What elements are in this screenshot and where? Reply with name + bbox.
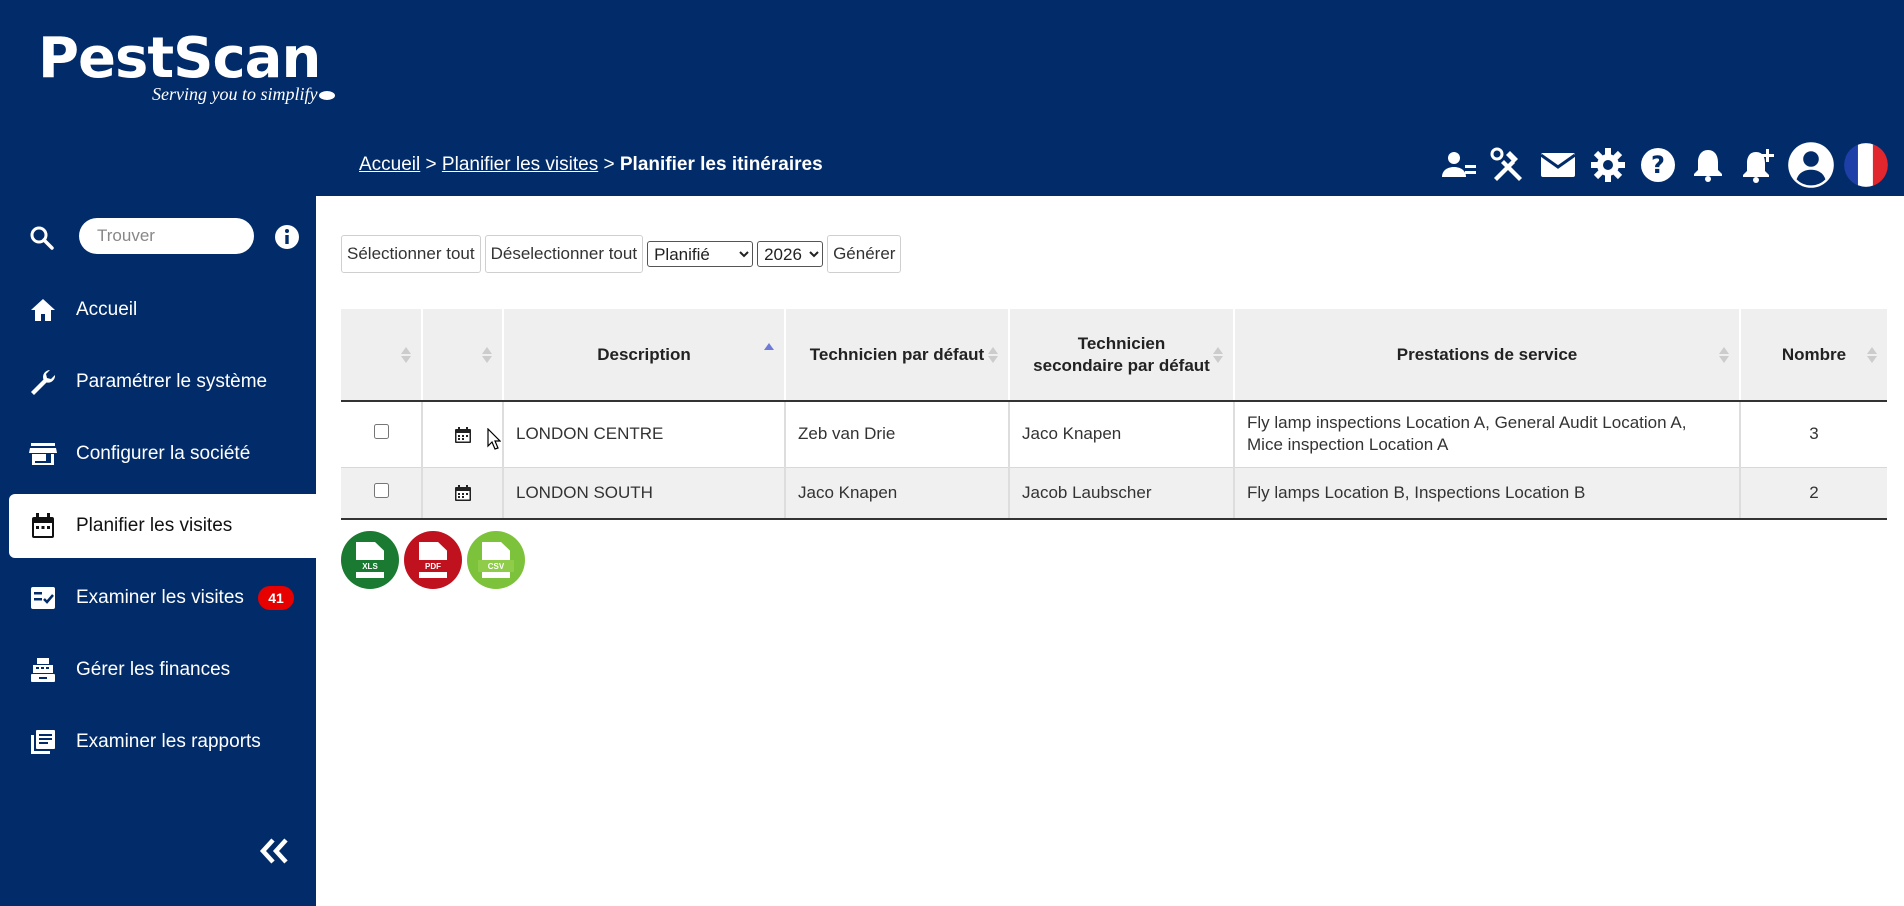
row-description: LONDON SOUTH — [503, 467, 786, 520]
row-services: Fly lamps Location B, Inspections Locati… — [1234, 467, 1741, 520]
row-checkbox[interactable] — [373, 424, 389, 440]
generate-button[interactable]: Générer — [827, 235, 902, 273]
header-technician[interactable]: Technicien par défaut — [785, 309, 1010, 402]
sort-icon — [482, 347, 492, 363]
sidebar-item-planifier[interactable]: Planifier les visites — [9, 494, 316, 558]
calendar-icon[interactable] — [453, 483, 473, 503]
sidebar-item-label: Examiner les rapports — [76, 731, 261, 752]
breadcrumb: Accueil > Planifier les visites > Planif… — [359, 154, 823, 176]
sidebar-item-examiner-visites[interactable]: Examiner les visites 41 — [0, 566, 316, 630]
breadcrumb-separator: > — [425, 154, 437, 175]
sidebar-item-label: Examiner les visites — [76, 587, 244, 608]
breadcrumb-home-link[interactable]: Accueil — [359, 154, 420, 175]
export-buttons: XLS PDF CSV — [341, 531, 530, 589]
bell-icon[interactable] — [1686, 143, 1730, 187]
search-input[interactable] — [79, 218, 254, 254]
header-calendar[interactable] — [422, 309, 504, 402]
header-count[interactable]: Nombre — [1740, 309, 1887, 402]
sidebar-item-label: Accueil — [76, 299, 138, 320]
header-select[interactable] — [341, 309, 423, 402]
row-count: 2 — [1740, 467, 1887, 520]
routes-table: Description Technicien par défaut Techni… — [341, 309, 1887, 520]
sidebar-item-parametrer[interactable]: Paramétrer le système — [0, 350, 316, 414]
pending-visits-badge: 41 — [258, 586, 294, 610]
row-checkbox[interactable] — [373, 482, 389, 498]
sidebar-item-label: Configurer la société — [76, 443, 251, 464]
sort-asc-icon — [764, 343, 774, 359]
header-services[interactable]: Prestations de service — [1234, 309, 1741, 402]
top-header: PestScan Serving you to simplify Accueil… — [0, 0, 1904, 196]
action-toolbar: Sélectionner tout Déselectionner tout Pl… — [341, 235, 905, 273]
bug-icon — [319, 91, 336, 101]
header-toolbar: ? — [1430, 140, 1890, 190]
mail-icon[interactable] — [1536, 143, 1580, 187]
sidebar-item-label: Gérer les finances — [76, 659, 231, 680]
search-icon[interactable] — [28, 224, 56, 252]
checklist-icon — [28, 583, 58, 613]
french-flag-icon[interactable] — [1842, 141, 1890, 189]
sidebar-item-rapports[interactable]: Examiner les rapports — [0, 710, 316, 774]
home-icon — [28, 295, 58, 325]
header-secondary-technician[interactable]: Technicien secondaire par défaut — [1009, 309, 1235, 402]
wrench-icon — [28, 367, 58, 397]
row-services: Fly lamp inspections Location A, General… — [1234, 401, 1741, 468]
row-count: 3 — [1740, 401, 1887, 468]
sidebar: Accueil Paramétrer le système Configurer… — [0, 196, 316, 906]
sort-icon — [401, 347, 411, 363]
logo-tagline: Serving you to simplify — [152, 84, 336, 105]
csv-file-icon: CSV — [478, 542, 514, 578]
sidebar-item-finances[interactable]: Gérer les finances — [0, 638, 316, 702]
pestscan-logo[interactable]: PestScan Serving you to simplify — [38, 26, 336, 104]
row-calendar-cell — [422, 467, 504, 520]
row-technician: Zeb van Drie — [785, 401, 1010, 468]
export-pdf-button[interactable]: PDF — [404, 531, 462, 589]
info-icon[interactable] — [274, 224, 300, 250]
export-csv-button[interactable]: CSV — [467, 531, 525, 589]
reports-icon — [28, 727, 58, 757]
store-icon — [28, 439, 58, 469]
deselect-all-button[interactable]: Déselectionner tout — [484, 235, 644, 273]
xls-file-icon: XLS — [352, 542, 388, 578]
row-technician: Jaco Knapen — [785, 467, 1010, 520]
row-secondary-technician: Jaco Knapen — [1009, 401, 1235, 468]
calendar-icon — [28, 511, 58, 541]
select-all-button[interactable]: Sélectionner tout — [341, 235, 481, 273]
svg-text:?: ? — [1651, 151, 1665, 179]
row-select-cell — [341, 467, 423, 520]
breadcrumb-separator: > — [603, 154, 615, 175]
sidebar-nav: Accueil Paramétrer le système Configurer… — [0, 278, 316, 782]
breadcrumb-schedule-link[interactable]: Planifier les visites — [442, 154, 598, 175]
mouse-cursor-icon — [487, 428, 501, 450]
calendar-icon[interactable] — [453, 425, 473, 445]
pdf-file-icon: PDF — [415, 542, 451, 578]
breadcrumb-current: Planifier les itinéraires — [619, 154, 823, 175]
year-select[interactable]: 2026 — [757, 241, 824, 267]
bell-plus-icon[interactable] — [1736, 143, 1780, 187]
collapse-sidebar-icon[interactable] — [258, 836, 292, 866]
account-icon[interactable] — [1786, 140, 1836, 190]
sidebar-item-label: Paramétrer le système — [76, 371, 268, 392]
header-description[interactable]: Description — [503, 309, 786, 402]
help-icon[interactable]: ? — [1636, 143, 1680, 187]
logo-wordmark: PestScan — [38, 26, 321, 91]
row-description: LONDON CENTRE — [503, 401, 786, 468]
users-icon[interactable] — [1436, 143, 1480, 187]
status-select[interactable]: Planifié — [647, 241, 754, 267]
export-xls-button[interactable]: XLS — [341, 531, 399, 589]
sidebar-item-configurer[interactable]: Configurer la société — [0, 422, 316, 486]
sort-icon — [1213, 347, 1223, 363]
table-row: LONDON CENTRE Zeb van Drie Jaco Knapen F… — [341, 401, 1887, 468]
sort-icon — [988, 347, 998, 363]
table-row: LONDON SOUTH Jaco Knapen Jacob Laubscher… — [341, 467, 1887, 520]
row-select-cell — [341, 401, 423, 468]
sidebar-item-label: Planifier les visites — [76, 515, 233, 536]
gear-icon[interactable] — [1586, 143, 1630, 187]
sidebar-item-accueil[interactable]: Accueil — [0, 278, 316, 342]
tools-icon[interactable] — [1486, 143, 1530, 187]
cash-register-icon — [28, 655, 58, 685]
sort-icon — [1867, 347, 1877, 363]
sort-icon — [1719, 347, 1729, 363]
row-secondary-technician: Jacob Laubscher — [1009, 467, 1235, 520]
